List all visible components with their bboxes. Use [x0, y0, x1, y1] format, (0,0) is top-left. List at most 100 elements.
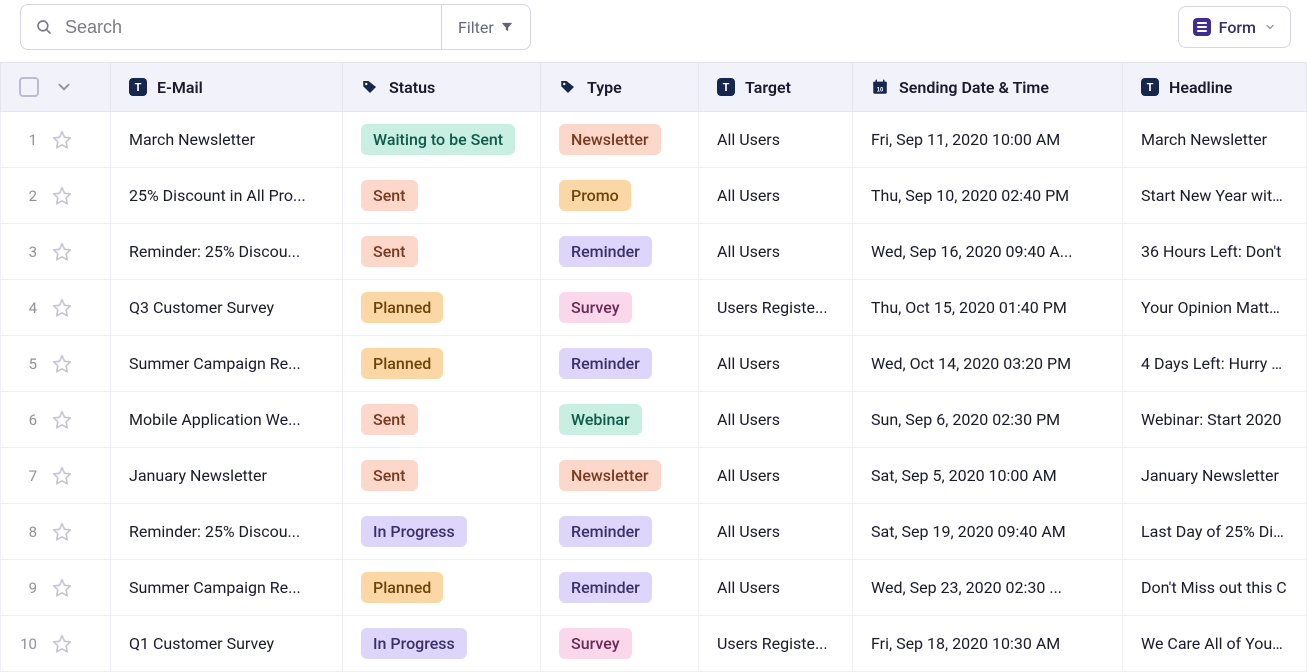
- row-selector-cell: 9: [1, 560, 111, 616]
- star-icon[interactable]: [51, 297, 73, 319]
- star-icon[interactable]: [51, 521, 73, 543]
- cell-target: All Users: [699, 168, 853, 224]
- column-label: Status: [389, 78, 435, 97]
- cell-email: Mobile Application We...: [111, 392, 343, 448]
- chevron-down-icon: [1264, 21, 1276, 33]
- select-all-checkbox[interactable]: [19, 77, 39, 97]
- star-icon[interactable]: [51, 241, 73, 263]
- table-header-row: TE-Mail Status Type TTarget 10Sending Da…: [1, 63, 1307, 112]
- search-box[interactable]: [21, 5, 441, 49]
- row-number: 6: [19, 411, 37, 429]
- cell-email: Q3 Customer Survey: [111, 280, 343, 336]
- star-icon[interactable]: [51, 129, 73, 151]
- row-number: 8: [19, 523, 37, 541]
- cell-headline: Start New Year with 2: [1123, 168, 1307, 224]
- type-badge: Newsletter: [559, 460, 661, 491]
- cell-date: Sat, Sep 19, 2020 09:40 AM: [853, 504, 1123, 560]
- status-badge: Sent: [361, 404, 418, 435]
- column-header-headline[interactable]: THeadline: [1123, 63, 1307, 112]
- cell-date: Fri, Sep 11, 2020 10:00 AM: [853, 112, 1123, 168]
- cell-date: Wed, Sep 23, 2020 02:30 ...: [853, 560, 1123, 616]
- star-icon[interactable]: [51, 633, 73, 655]
- column-header-target[interactable]: TTarget: [699, 63, 853, 112]
- cell-date: Wed, Oct 14, 2020 03:20 PM: [853, 336, 1123, 392]
- cell-status: Sent: [343, 168, 541, 224]
- table-row[interactable]: 3Reminder: 25% Discou...SentReminderAll …: [1, 224, 1307, 280]
- cell-headline: Webinar: Start 2020: [1123, 392, 1307, 448]
- cell-status: In Progress: [343, 616, 541, 672]
- table-row[interactable]: 225% Discount in All Pro...SentPromoAll …: [1, 168, 1307, 224]
- star-icon[interactable]: [51, 577, 73, 599]
- type-badge: Promo: [559, 180, 631, 211]
- column-header-date[interactable]: 10Sending Date & Time: [853, 63, 1123, 112]
- cell-type: Reminder: [541, 336, 699, 392]
- column-header-type[interactable]: Type: [541, 63, 699, 112]
- type-badge: Survey: [559, 292, 632, 323]
- star-icon[interactable]: [51, 409, 73, 431]
- row-selector-cell: 8: [1, 504, 111, 560]
- cell-status: Planned: [343, 336, 541, 392]
- tag-icon: [559, 78, 577, 96]
- cell-status: Sent: [343, 448, 541, 504]
- status-badge: Sent: [361, 460, 418, 491]
- filter-button[interactable]: Filter: [441, 5, 530, 49]
- table-row[interactable]: 1 March Newsletter Waiting to be Sent Newsl…: [1, 112, 1307, 168]
- row-number: 9: [19, 579, 37, 597]
- cell-target: All Users: [699, 224, 853, 280]
- filter-icon: [500, 20, 514, 34]
- row-number: 7: [19, 467, 37, 485]
- cell-headline: 36 Hours Left: Don't: [1123, 224, 1307, 280]
- cell-email: Summer Campaign Re...: [111, 560, 343, 616]
- search-input[interactable]: [63, 16, 427, 39]
- cell-email: Reminder: 25% Discou...: [111, 224, 343, 280]
- star-icon[interactable]: [51, 465, 73, 487]
- cell-status: Planned: [343, 280, 541, 336]
- column-header-status[interactable]: Status: [343, 63, 541, 112]
- cell-target: All Users: [699, 392, 853, 448]
- cell-status: Sent: [343, 224, 541, 280]
- cell-date: Sun, Sep 6, 2020 02:30 PM: [853, 392, 1123, 448]
- status-badge: In Progress: [361, 628, 467, 659]
- column-header-select: [1, 63, 111, 112]
- column-label: Sending Date & Time: [899, 78, 1049, 97]
- table-row[interactable]: 8 Reminder: 25% Discou...In ProgressRemin…: [1, 504, 1307, 560]
- cell-date: Thu, Sep 10, 2020 02:40 PM: [853, 168, 1123, 224]
- table-row[interactable]: 6 Mobile Application We... Sent WebinarAll …: [1, 392, 1307, 448]
- cell-type: Newsletter: [541, 112, 699, 168]
- row-number: 3: [19, 243, 37, 261]
- row-selector-cell: 7: [1, 448, 111, 504]
- cell-type: Webinar: [541, 392, 699, 448]
- row-selector-cell: 4: [1, 280, 111, 336]
- column-header-email[interactable]: TE-Mail: [111, 63, 343, 112]
- cell-date: Wed, Sep 16, 2020 09:40 A...: [853, 224, 1123, 280]
- cell-headline: January Newsletter: [1123, 448, 1307, 504]
- form-view-button[interactable]: Form: [1178, 6, 1291, 48]
- row-number: 1: [19, 131, 37, 149]
- type-badge: Newsletter: [559, 124, 661, 155]
- status-badge: Waiting to be Sent: [361, 124, 515, 155]
- cell-email: Q1 Customer Survey: [111, 616, 343, 672]
- cell-email: Reminder: 25% Discou...: [111, 504, 343, 560]
- cell-email: Summer Campaign Re...: [111, 336, 343, 392]
- row-selector-cell: 6: [1, 392, 111, 448]
- table-row[interactable]: 5Summer Campaign Re...PlannedReminderAll…: [1, 336, 1307, 392]
- cell-status: In Progress: [343, 504, 541, 560]
- table-row[interactable]: 4Q3 Customer SurveyPlannedSurveyUsers Re…: [1, 280, 1307, 336]
- cell-email: 25% Discount in All Pro...: [111, 168, 343, 224]
- search-wrap: Filter: [20, 4, 531, 50]
- status-badge: Planned: [361, 292, 443, 323]
- cell-type: Survey: [541, 280, 699, 336]
- expand-all-icon[interactable]: [55, 78, 73, 96]
- text-type-icon: T: [1141, 78, 1159, 96]
- star-icon[interactable]: [51, 185, 73, 207]
- column-label: E-Mail: [157, 78, 203, 97]
- cell-type: Reminder: [541, 504, 699, 560]
- table-row[interactable]: 7January NewsletterSentNewsletterAll Use…: [1, 448, 1307, 504]
- cell-email: March Newsletter: [111, 112, 343, 168]
- cell-headline: Last Day of 25% Disc: [1123, 504, 1307, 560]
- search-icon: [35, 18, 53, 36]
- table-row[interactable]: 10Q1 Customer SurveyIn ProgressSurveyUse…: [1, 616, 1307, 672]
- table-row[interactable]: 9Summer Campaign Re...PlannedReminderAll…: [1, 560, 1307, 616]
- cell-target: All Users: [699, 560, 853, 616]
- star-icon[interactable]: [51, 353, 73, 375]
